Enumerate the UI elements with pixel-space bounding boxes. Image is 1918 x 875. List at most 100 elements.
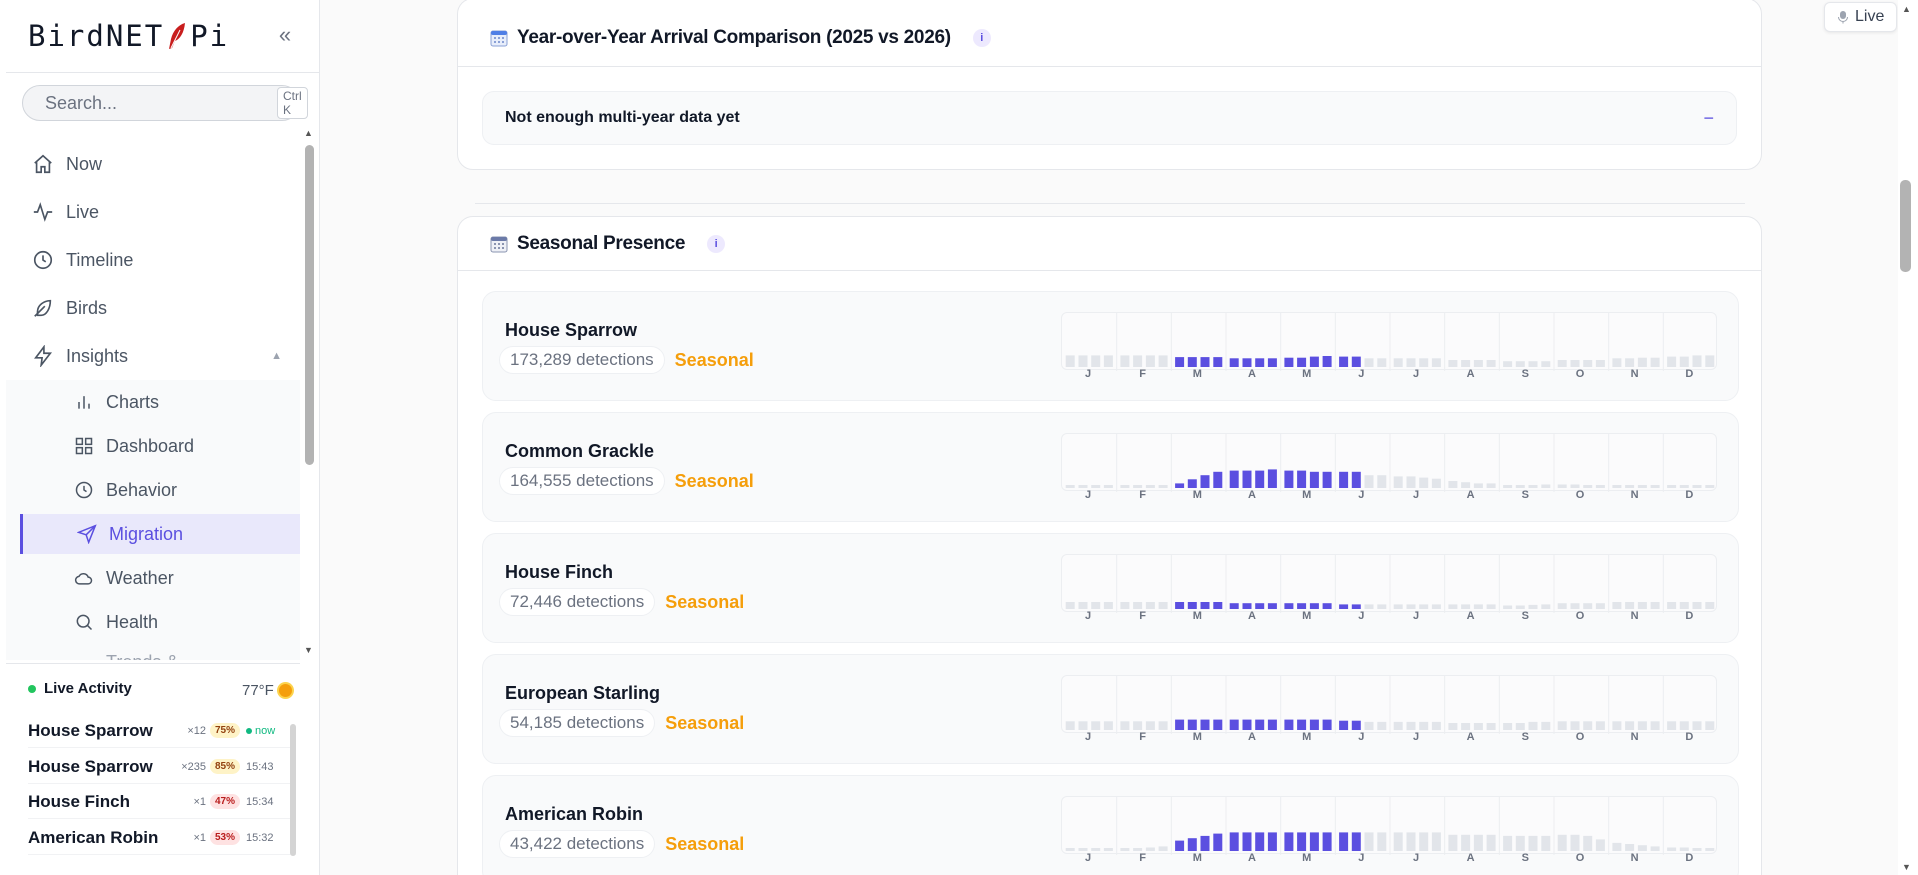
presence-bar bbox=[1612, 358, 1622, 367]
sidebar-item-behavior[interactable]: Behavior bbox=[74, 470, 294, 510]
presence-bar bbox=[1515, 835, 1525, 851]
sidebar-item-migration[interactable]: Migration bbox=[20, 514, 300, 554]
info-icon[interactable]: i bbox=[707, 234, 726, 253]
live-activity-item[interactable]: American Robin ×1 53% 15:32 bbox=[28, 821, 296, 855]
presence-bar bbox=[1267, 358, 1277, 367]
main-scroll-up-arrow[interactable]: ▲ bbox=[1902, 4, 1911, 14]
presence-bar bbox=[1461, 482, 1471, 488]
main-scrollbar[interactable] bbox=[1900, 180, 1911, 272]
sidebar: BirdNET Pi « Ctrl K Now Live Timeline Bi… bbox=[0, 0, 320, 875]
sidebar-item-label: Trends & bbox=[106, 652, 178, 661]
presence-bar bbox=[1570, 834, 1580, 851]
presence-bar bbox=[1364, 475, 1374, 488]
month-label: D bbox=[1685, 368, 1694, 380]
month-label: S bbox=[1521, 489, 1529, 501]
presence-bar bbox=[1393, 832, 1403, 851]
presence-bar bbox=[1650, 485, 1660, 488]
multi-year-accordion[interactable]: Not enough multi-year data yet − bbox=[482, 91, 1737, 145]
species-name: House Finch bbox=[505, 562, 614, 582]
seasonality-tag: Seasonal bbox=[674, 349, 754, 370]
presence-bar bbox=[1625, 721, 1635, 730]
species-name: American Robin bbox=[505, 804, 644, 824]
presence-bar bbox=[1351, 356, 1361, 367]
presence-bar bbox=[1692, 355, 1702, 367]
sidebar-item-live[interactable]: Live bbox=[32, 192, 282, 232]
month-label: D bbox=[1685, 489, 1694, 501]
sidebar-item-now[interactable]: Now bbox=[32, 144, 282, 184]
main-scroll-down-arrow[interactable]: ▼ bbox=[1902, 862, 1911, 872]
collapse-toggle-icon[interactable]: − bbox=[1703, 108, 1714, 129]
presence-bar bbox=[1557, 721, 1567, 730]
sidebar-item-dashboard[interactable]: Dashboard bbox=[74, 426, 294, 466]
confidence-badge: 75% bbox=[210, 723, 241, 738]
presence-bar bbox=[1393, 476, 1403, 488]
presence-bar bbox=[1679, 602, 1689, 609]
live-activity-item[interactable]: House Finch ×1 47% 15:34 bbox=[28, 785, 296, 819]
sidebar-item-charts[interactable]: Charts bbox=[74, 382, 294, 422]
presence-bar bbox=[1528, 604, 1538, 609]
month-label: F bbox=[1139, 368, 1147, 380]
live-activity-scrollbar[interactable] bbox=[290, 724, 296, 856]
presence-bar bbox=[1158, 602, 1168, 609]
feather-icon bbox=[169, 23, 186, 49]
live-mode-label: Live bbox=[1855, 8, 1885, 25]
microphone-icon bbox=[1838, 11, 1848, 24]
scroll-down-arrow[interactable]: ▼ bbox=[304, 645, 313, 655]
presence-bar bbox=[1595, 721, 1605, 730]
sidebar-item-timeline[interactable]: Timeline bbox=[32, 240, 282, 280]
presence-bar bbox=[1187, 357, 1197, 367]
detection-count: ×1 bbox=[193, 831, 206, 844]
month-label: N bbox=[1630, 852, 1639, 864]
presence-bar bbox=[1461, 360, 1471, 367]
sidebar-item-label: Migration bbox=[109, 523, 184, 544]
search-shortcut-hint: Ctrl K bbox=[277, 87, 308, 119]
live-activity-item[interactable]: House Sparrow ×12 75% now bbox=[28, 714, 296, 748]
presence-bar bbox=[1692, 721, 1702, 730]
brand-logo[interactable]: BirdNET Pi bbox=[28, 16, 229, 56]
presence-bar bbox=[1473, 723, 1483, 730]
presence-bar bbox=[1473, 604, 1483, 609]
sidebar-item-weather[interactable]: Weather bbox=[74, 558, 294, 598]
presence-bar bbox=[1637, 721, 1647, 730]
live-activity-item[interactable]: House Sparrow ×235 85% 15:43 bbox=[28, 750, 296, 784]
presence-bar bbox=[1503, 605, 1513, 609]
presence-bar bbox=[1145, 721, 1155, 730]
sidebar-item-health[interactable]: Health bbox=[74, 602, 294, 642]
collapse-sidebar-button[interactable]: « bbox=[272, 22, 298, 48]
search-input[interactable] bbox=[45, 92, 277, 114]
presence-bar bbox=[1120, 848, 1130, 851]
scroll-up-arrow[interactable]: ▲ bbox=[304, 128, 313, 138]
search-box[interactable]: Ctrl K bbox=[22, 85, 308, 121]
species-row[interactable]: House Sparrow 173,289 detections Seasonal J… bbox=[482, 291, 1739, 401]
live-mode-button[interactable]: Live bbox=[1824, 2, 1898, 32]
presence-bar bbox=[1692, 485, 1702, 488]
presence-bar bbox=[1503, 361, 1513, 367]
presence-bar bbox=[1503, 723, 1513, 730]
sidebar-scrollbar[interactable] bbox=[305, 145, 314, 465]
presence-bar bbox=[1322, 471, 1332, 488]
presence-bar bbox=[1267, 469, 1277, 488]
species-row[interactable]: House Finch 72,446 detections Seasonal J F M A… bbox=[482, 533, 1739, 643]
clock-icon bbox=[75, 481, 93, 499]
presence-bar bbox=[1461, 604, 1471, 609]
species-name: American Robin bbox=[28, 827, 159, 847]
month-label: A bbox=[1248, 610, 1256, 622]
species-row[interactable]: European Starling 54,185 detections Season… bbox=[482, 654, 1739, 764]
month-label: J bbox=[1084, 368, 1092, 380]
presence-bar bbox=[1377, 475, 1387, 488]
sidebar-item-birds[interactable]: Birds bbox=[32, 288, 282, 328]
presence-bar bbox=[1267, 603, 1277, 609]
presence-bar bbox=[1339, 832, 1349, 851]
month-label: N bbox=[1630, 731, 1639, 743]
bar-chart-icon bbox=[78, 396, 90, 409]
species-row[interactable]: Common Grackle 164,555 detections Seasonal… bbox=[482, 412, 1739, 522]
presence-bar bbox=[1078, 355, 1088, 367]
species-row[interactable]: American Robin 43,422 detections Seasonal J… bbox=[482, 775, 1739, 875]
presence-bar bbox=[1309, 603, 1319, 609]
month-label: M bbox=[1192, 489, 1202, 501]
sidebar-item-trends[interactable]: Trends & bbox=[74, 642, 294, 661]
info-icon[interactable]: i bbox=[972, 28, 991, 47]
presence-bar bbox=[1351, 720, 1361, 730]
sidebar-item-insights[interactable]: Insights ▲ bbox=[32, 336, 282, 376]
presence-bar bbox=[1595, 485, 1605, 488]
